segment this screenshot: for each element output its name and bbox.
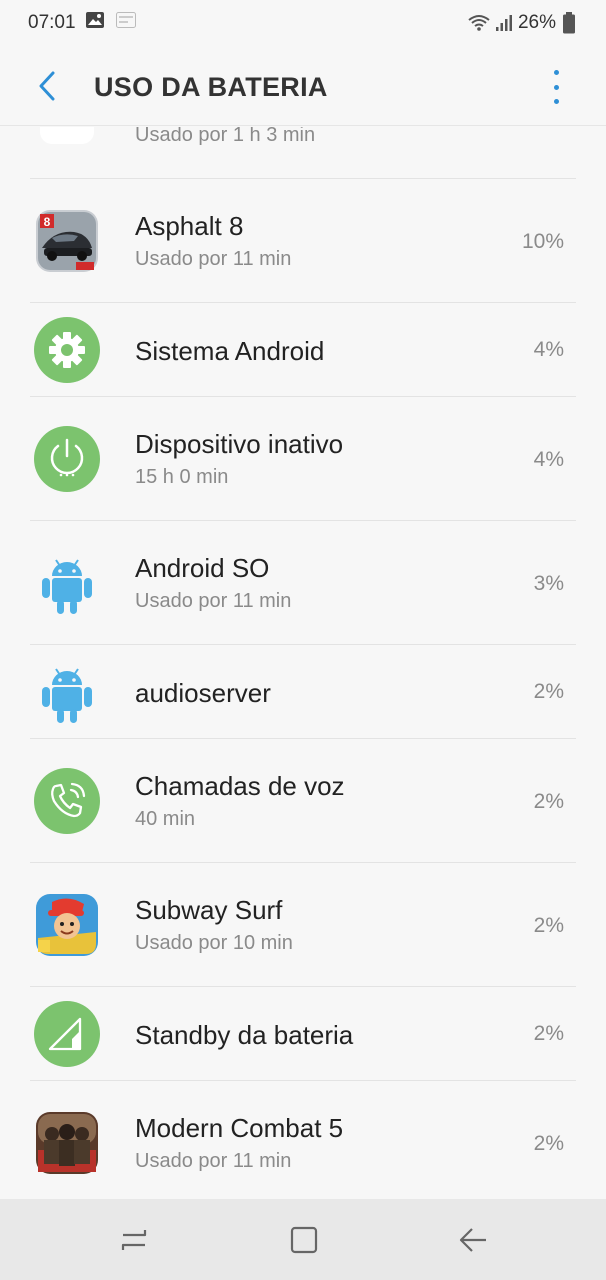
app-icon-partial [40, 127, 94, 144]
app-bar: USO DA BATERIA [0, 46, 606, 126]
item-percent: 2% [533, 1022, 564, 1045]
recent-apps-button[interactable] [116, 1223, 152, 1257]
battery-usage-list[interactable]: Usado por 1 h 3 min 8 Asphalt 8 Usado po… [0, 127, 606, 1199]
list-item-modern-combat-5[interactable]: Modern Combat 5 Usado por 11 min 2% [0, 1081, 606, 1199]
power-icon [34, 426, 100, 492]
more-dot-icon [553, 70, 559, 75]
list-item-audioserver[interactable]: audioserver 2% [0, 645, 606, 739]
signal-icon [34, 1001, 100, 1067]
item-percent: 2% [533, 680, 564, 703]
item-percent: 4% [533, 448, 564, 471]
navigation-bar [0, 1199, 606, 1280]
list-item-dispositivo-inativo[interactable]: Dispositivo inativo 15 h 0 min 4% [0, 397, 606, 521]
subway-surf-icon [36, 894, 98, 956]
android-icon [42, 668, 92, 723]
asphalt-8-icon: 8 [36, 210, 98, 272]
item-subtitle: Usado por 1 h 3 min [135, 127, 316, 146]
svg-text:8: 8 [44, 215, 51, 229]
item-subtitle: 15 h 0 min [135, 466, 229, 488]
item-percent: 3% [533, 572, 564, 595]
modern-combat-icon [36, 1112, 98, 1174]
chevron-left-icon [39, 71, 55, 101]
android-icon [42, 559, 92, 614]
list-item-sistema-android[interactable]: Sistema Android 4% [0, 303, 606, 397]
item-percent: 2% [533, 790, 564, 813]
item-name: Standby da bateria [135, 1020, 354, 1050]
item-name: Dispositivo inativo [135, 429, 344, 459]
list-item-subway-surf[interactable]: Subway Surf Usado por 10 min 2% [0, 863, 606, 987]
more-options-button[interactable] [546, 70, 566, 104]
list-item-chamadas-de-voz[interactable]: Chamadas de voz 40 min 2% [0, 739, 606, 863]
home-button[interactable] [286, 1223, 322, 1257]
item-subtitle: 40 min [135, 808, 196, 830]
gallery-notification-icon [86, 12, 104, 28]
battery-icon [563, 12, 575, 34]
item-subtitle: Usado por 10 min [135, 932, 293, 954]
list-item-asphalt-8[interactable]: 8 Asphalt 8 Usado por 11 min 10% [0, 179, 606, 303]
item-name: Android SO [135, 553, 270, 583]
battery-percent: 26% [517, 12, 556, 33]
item-subtitle: Usado por 11 min [135, 248, 292, 270]
item-name: Sistema Android [135, 336, 325, 366]
item-name: Asphalt 8 [135, 211, 244, 241]
list-item-standby-da-bateria[interactable]: Standby da bateria 2% [0, 987, 606, 1081]
item-percent: 2% [533, 914, 564, 937]
item-percent: 4% [533, 338, 564, 361]
gear-icon [34, 317, 100, 383]
back-nav-button[interactable] [455, 1223, 491, 1257]
recent-apps-icon [121, 1230, 147, 1250]
item-name: Chamadas de voz [135, 771, 345, 801]
item-percent: 2% [533, 1132, 564, 1155]
status-time: 07:01 [28, 12, 76, 33]
item-name: audioserver [135, 678, 271, 708]
back-button[interactable] [30, 68, 64, 104]
notification-icon [116, 12, 136, 28]
page-title: USO DA BATERIA [94, 72, 328, 102]
status-bar: 07:01 26% [0, 0, 606, 46]
list-item-android-so[interactable]: Android SO Usado por 11 min 3% [0, 521, 606, 645]
home-icon [290, 1226, 318, 1254]
more-dot-icon [553, 84, 559, 90]
item-subtitle: Usado por 11 min [135, 590, 292, 612]
more-dot-icon [553, 99, 559, 104]
item-name: Subway Surf [135, 895, 283, 925]
item-subtitle: Usado por 11 min [135, 1150, 292, 1172]
item-name: Modern Combat 5 [135, 1113, 344, 1143]
back-arrow-icon [459, 1228, 486, 1252]
list-item-partial[interactable]: Usado por 1 h 3 min [0, 127, 606, 179]
item-percent: 10% [521, 230, 564, 253]
wifi-icon [468, 15, 490, 31]
phone-icon [34, 768, 100, 834]
signal-strength-icon [495, 15, 512, 31]
